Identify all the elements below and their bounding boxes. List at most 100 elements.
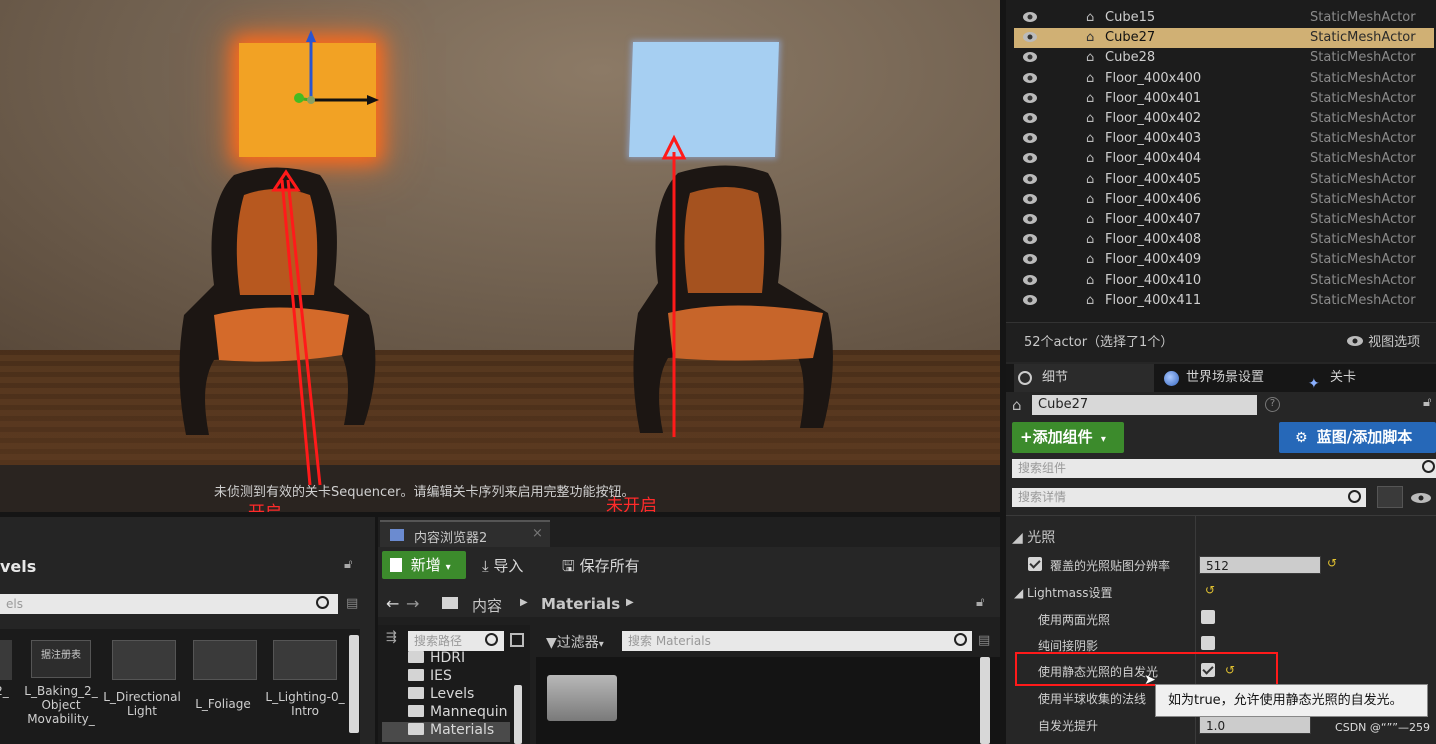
level-thumbnail-stamp[interactable]: 据注册表: [31, 640, 91, 678]
eye-icon[interactable]: [1022, 294, 1038, 306]
tree-folder-levels[interactable]: Levels: [408, 686, 474, 702]
outliner-row-type: StaticMeshActor: [1310, 232, 1416, 248]
world-outliner[interactable]: ⌂ Cube15 StaticMeshActor ⌂ Cube27 StaticMeshA…: [1006, 0, 1436, 362]
level-thumbnail[interactable]: [112, 640, 176, 680]
tab-world-settings[interactable]: 世界场景设置: [1160, 364, 1300, 392]
tree-list-icon[interactable]: ⇶: [386, 630, 397, 645]
eye-icon[interactable]: [1022, 274, 1038, 286]
reset-arrow-icon[interactable]: ↺: [1205, 583, 1215, 597]
outliner-row[interactable]: ⌂ Floor_400x402 StaticMeshActor: [1014, 109, 1434, 129]
prop-lightmass-settings[interactable]: ◢ Lightmass设置: [1014, 584, 1113, 601]
level-viewport[interactable]: 未侦测到有效的关卡Sequencer。请编辑关卡序列来启用完整功能按钮。 开启 …: [0, 0, 1000, 512]
outliner-row[interactable]: ⌂ Cube15 StaticMeshActor: [1014, 8, 1434, 28]
eye-icon[interactable]: [1022, 132, 1038, 144]
outliner-row[interactable]: ⌂ Floor_400x403 StaticMeshActor: [1014, 129, 1434, 149]
eye-icon[interactable]: [1022, 213, 1038, 225]
lighting-section-header[interactable]: ◢ 光照: [1012, 527, 1055, 547]
list-view-icon[interactable]: [510, 633, 524, 647]
eye-icon[interactable]: [1022, 31, 1038, 43]
outliner-row[interactable]: ⌂ Cube28 StaticMeshActor: [1014, 48, 1434, 68]
scrollbar[interactable]: [514, 685, 522, 744]
outliner-row[interactable]: ⌂ Floor_400x404 StaticMeshActor: [1014, 149, 1434, 169]
eye-icon[interactable]: [1022, 92, 1038, 104]
override-lightmap-checkbox[interactable]: [1028, 557, 1042, 571]
outliner-row[interactable]: ⌂ Floor_400x410 StaticMeshActor: [1014, 271, 1434, 291]
tree-folder-mannequin[interactable]: Mannequin: [408, 704, 508, 720]
eye-icon[interactable]: [1022, 152, 1038, 164]
view-options-button[interactable]: 视图选项: [1346, 331, 1420, 350]
level-thumbnail[interactable]: [193, 640, 257, 680]
emissive-boost-field[interactable]: 1.0: [1199, 716, 1311, 734]
outliner-row[interactable]: ⌂ Floor_400x401 StaticMeshActor: [1014, 89, 1434, 109]
eye-icon[interactable]: [1022, 72, 1038, 84]
actor-name-field[interactable]: Cube27: [1032, 395, 1257, 415]
help-icon[interactable]: ?: [1265, 397, 1280, 412]
outliner-row[interactable]: ⌂ Floor_400x407 StaticMeshActor: [1014, 210, 1434, 230]
breadcrumb-materials[interactable]: Materials: [541, 595, 620, 613]
lock-icon[interactable]: 🔓︎: [1423, 395, 1431, 410]
grid-view-icon[interactable]: [1377, 486, 1403, 508]
tree-folder-hdri[interactable]: HDRI: [408, 650, 465, 666]
import-button[interactable]: ⤓ 导入: [482, 555, 523, 576]
scrollbar[interactable]: [980, 657, 990, 744]
tab-levels[interactable]: ✦ 关卡: [1304, 364, 1434, 392]
outliner-row-type: StaticMeshActor: [1310, 70, 1416, 86]
outliner-row[interactable]: ⌂ Floor_400x408 StaticMeshActor: [1014, 230, 1434, 250]
tab-details[interactable]: 细节: [1014, 364, 1154, 392]
details-tab-bar: 细节 世界场景设置 ✦ 关卡: [1006, 364, 1436, 392]
blueprint-add-script-button[interactable]: ⚙ 蓝图/添加脚本: [1279, 422, 1436, 453]
level-thumbnail[interactable]: [0, 640, 12, 680]
eye-icon[interactable]: [1022, 51, 1038, 63]
eye-icon[interactable]: [1022, 11, 1038, 23]
eye-icon[interactable]: [1022, 233, 1038, 245]
outliner-row[interactable]: ⌂ Floor_400x400 StaticMeshActor: [1014, 69, 1434, 89]
save-icon[interactable]: ▤: [346, 596, 358, 611]
tab-world-settings-label: 世界场景设置: [1186, 370, 1265, 385]
tree-folder-materials[interactable]: Materials: [408, 722, 494, 738]
new-button[interactable]: 新增 ▾: [382, 551, 466, 579]
add-component-button[interactable]: +添加组件 ▾: [1012, 422, 1124, 453]
folder-icon: [408, 723, 424, 735]
outliner-row-name: Cube15: [1105, 10, 1156, 25]
outliner-row[interactable]: ⌂ Cube27 StaticMeshActor: [1014, 28, 1434, 49]
chair-right[interactable]: [628, 163, 834, 438]
tab-details-label: 细节: [1042, 370, 1069, 385]
outliner-row[interactable]: ⌂ Floor_400x405 StaticMeshActor: [1014, 170, 1434, 190]
lock-icon[interactable]: 🔓︎: [344, 557, 352, 572]
levels-search-input[interactable]: els: [0, 594, 338, 614]
search-icon: [1422, 460, 1435, 473]
reset-arrow-icon[interactable]: ↺: [1327, 556, 1337, 570]
eye-icon[interactable]: [1022, 112, 1038, 124]
close-icon[interactable]: ×: [532, 526, 543, 541]
eye-icon[interactable]: [1022, 193, 1038, 205]
outliner-row[interactable]: ⌂ Floor_400x406 StaticMeshActor: [1014, 190, 1434, 210]
actor-count: 52个actor（选择了1个）: [1024, 335, 1174, 350]
tab-content-browser[interactable]: 内容浏览器2 ×: [380, 520, 550, 547]
outliner-row[interactable]: ⌂ Floor_400x411 StaticMeshActor: [1014, 291, 1434, 311]
scrollbar[interactable]: [349, 635, 359, 733]
search-materials-input[interactable]: 搜索 Materials: [622, 631, 972, 651]
two-sided-checkbox[interactable]: [1201, 610, 1215, 624]
search-components-input[interactable]: 搜索组件: [1012, 459, 1436, 478]
filters-button[interactable]: ▼过滤器▾: [546, 632, 604, 652]
tab-levels-label: 关卡: [1330, 370, 1357, 385]
search-details-input[interactable]: 搜索详情: [1012, 488, 1366, 507]
eye-icon[interactable]: [1410, 492, 1432, 504]
emissive-cube-off[interactable]: [628, 42, 780, 157]
back-arrow-icon[interactable]: ←: [386, 594, 399, 613]
save-all-button[interactable]: 🖫︎ 保存所有: [562, 555, 640, 581]
eye-icon[interactable]: [1022, 173, 1038, 185]
folder-asset[interactable]: [547, 675, 617, 721]
forward-arrow-icon[interactable]: →: [406, 594, 419, 613]
breadcrumb-content[interactable]: 内容: [472, 595, 502, 616]
shadow-indirect-checkbox[interactable]: [1201, 636, 1215, 650]
tree-folder-ies[interactable]: IES: [408, 668, 452, 684]
level-thumbnail[interactable]: [273, 640, 337, 680]
lightmap-res-field[interactable]: 512: [1199, 556, 1321, 574]
outliner-row-type: StaticMeshActor: [1310, 171, 1416, 187]
transform-gizmo[interactable]: [285, 28, 385, 118]
save-icon[interactable]: ▤: [978, 633, 990, 648]
outliner-row[interactable]: ⌂ Floor_400x409 StaticMeshActor: [1014, 250, 1434, 270]
lock-icon[interactable]: 🔓︎: [976, 595, 984, 610]
eye-icon[interactable]: [1022, 253, 1038, 265]
